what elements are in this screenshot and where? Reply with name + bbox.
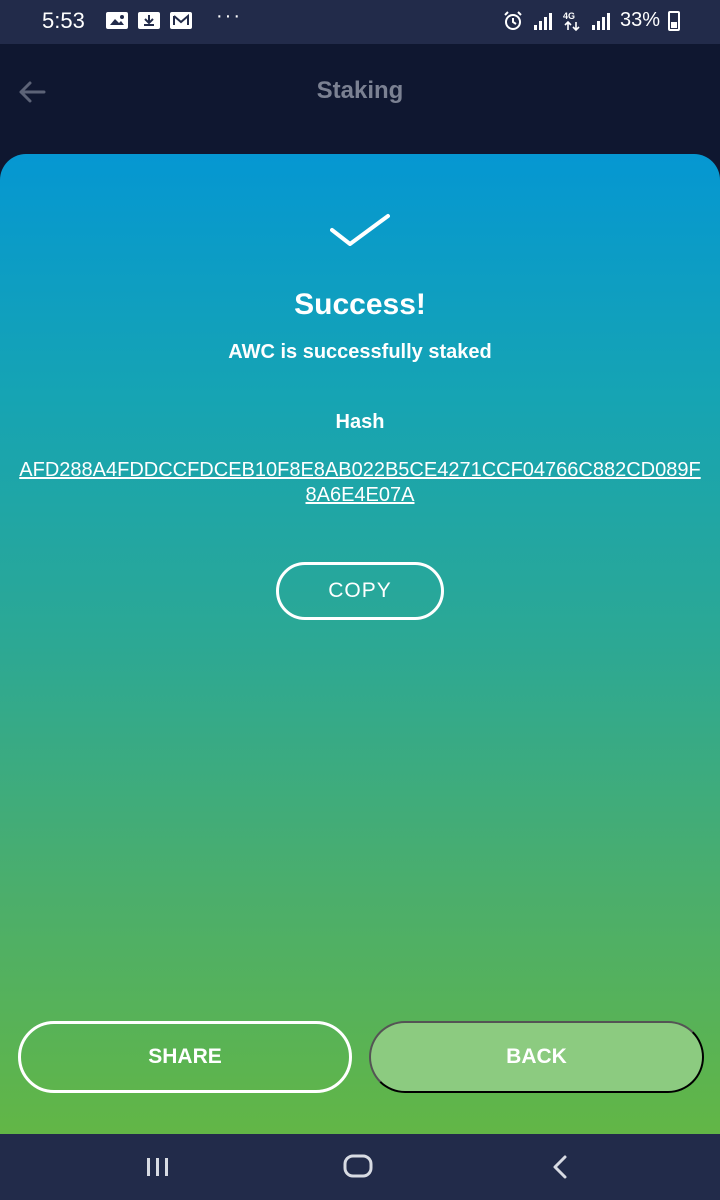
battery-icon [668, 10, 680, 31]
copy-button[interactable]: COPY [276, 562, 444, 620]
home-icon[interactable] [343, 1153, 373, 1179]
back-icon[interactable] [549, 1154, 571, 1180]
hash-link[interactable]: AFD288A4FDDCCFDCEB10F8E8AB022B5CE4271CCF… [18, 458, 702, 508]
system-nav-bar [0, 1134, 720, 1200]
hash-label: Hash [335, 411, 385, 433]
signal-icon [533, 12, 552, 30]
4g-icon: 4G [563, 11, 580, 31]
svg-text:4G: 4G [563, 11, 575, 21]
battery-percent: 33% [619, 9, 660, 31]
page-title: Staking [316, 77, 404, 104]
system-icons: 4G 33% [502, 9, 680, 32]
success-message: AWC is successfully staked [228, 341, 492, 363]
recent-apps-icon[interactable] [144, 1156, 172, 1178]
status-bar: 5:53 ··· 4G 33% [0, 0, 720, 44]
more-dots-icon: ··· [216, 5, 242, 27]
success-title: Success! [294, 288, 426, 321]
notification-icons: ··· [106, 5, 242, 29]
checkmark-icon [330, 214, 390, 246]
status-time: 5:53 [42, 8, 85, 33]
app-bar: Staking [0, 44, 720, 140]
back-button[interactable]: BACK [369, 1021, 704, 1093]
download-icon [138, 12, 160, 29]
gallery-icon [106, 12, 128, 29]
mail-icon [170, 12, 192, 29]
share-button[interactable]: SHARE [18, 1021, 352, 1093]
alarm-icon [504, 10, 522, 30]
signal-icon [591, 12, 610, 30]
